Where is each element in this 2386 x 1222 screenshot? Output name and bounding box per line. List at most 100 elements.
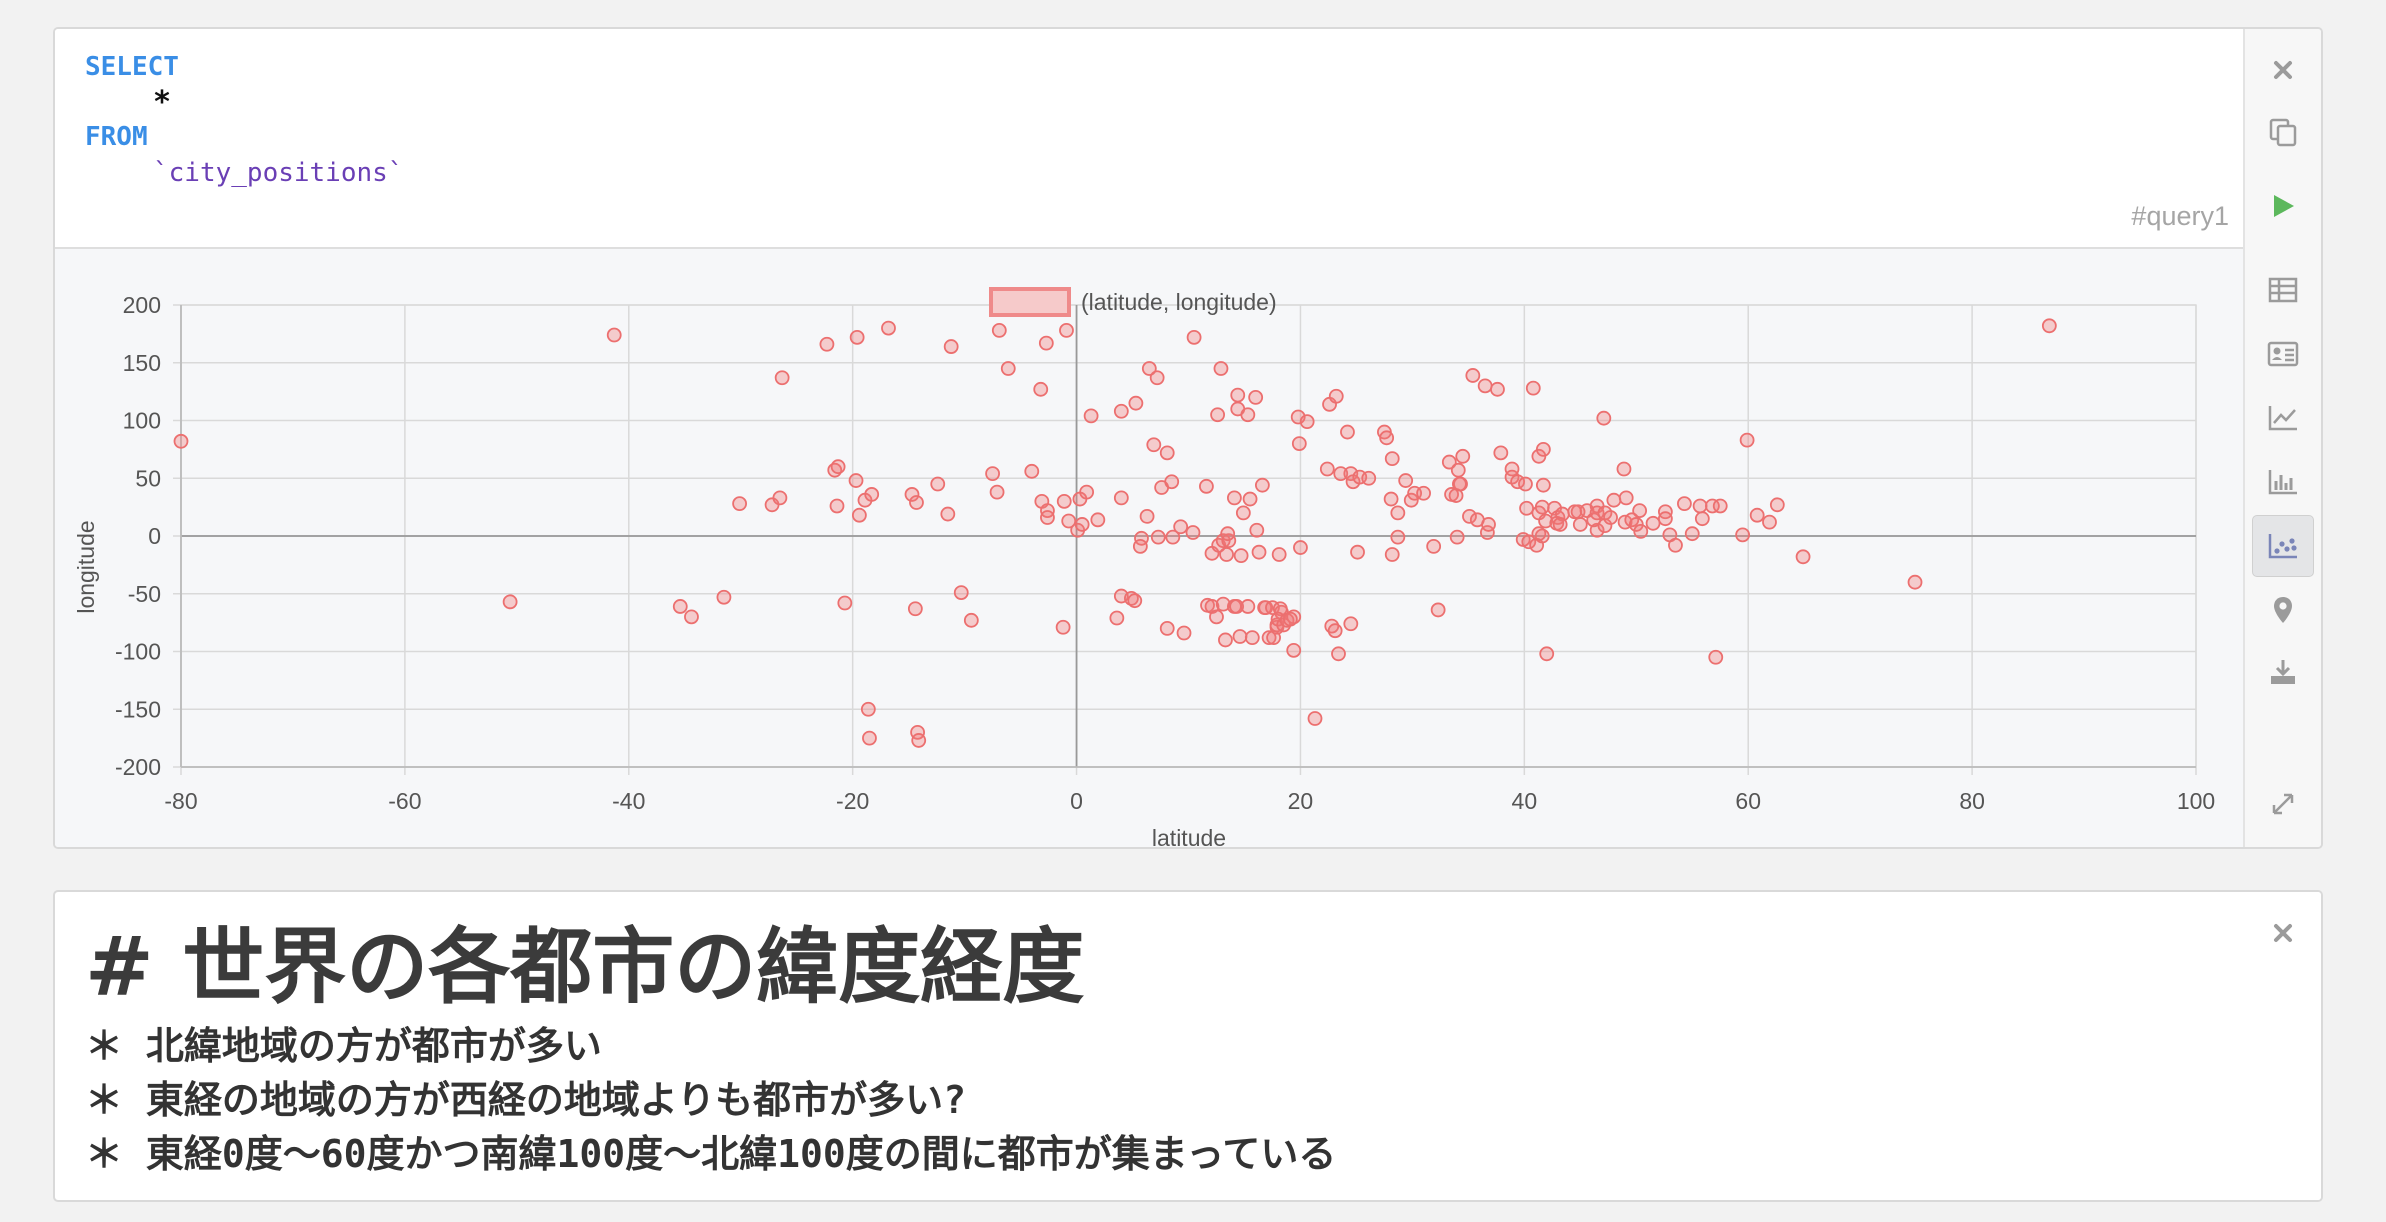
bar-chart-button[interactable]	[2252, 451, 2314, 513]
scatter-point[interactable]	[1307, 711, 1323, 726]
scatter-point[interactable]	[1186, 329, 1202, 345]
scatter-point[interactable]	[1074, 517, 1090, 532]
markdown-close-button[interactable]	[2252, 902, 2314, 964]
scatter-point[interactable]	[909, 495, 924, 510]
scatter-point[interactable]	[829, 498, 845, 514]
scatter-point[interactable]	[1426, 538, 1442, 554]
scatter-point[interactable]	[930, 476, 946, 492]
scatter-point[interactable]	[772, 490, 788, 506]
scatter-point[interactable]	[1146, 437, 1162, 453]
scatter-point[interactable]	[1149, 370, 1165, 386]
scatter-point[interactable]	[1677, 496, 1692, 512]
map-button[interactable]	[2252, 579, 2314, 641]
scatter-point[interactable]	[1132, 538, 1148, 554]
scatter-point[interactable]	[1040, 510, 1055, 525]
scatter-point[interactable]	[1254, 477, 1270, 493]
scatter-point[interactable]	[1525, 380, 1541, 396]
line-chart-button[interactable]	[2252, 387, 2314, 449]
scatter-point[interactable]	[1090, 512, 1106, 528]
scatter-point[interactable]	[1633, 523, 1649, 539]
scatter-point[interactable]	[1539, 646, 1555, 662]
scatter-point[interactable]	[1606, 492, 1622, 508]
scatter-point[interactable]	[1240, 407, 1256, 423]
scatter-point[interactable]	[849, 329, 865, 345]
scatter-point[interactable]	[1668, 537, 1683, 553]
scatter-point[interactable]	[1450, 462, 1466, 478]
scatter-point[interactable]	[985, 466, 1000, 482]
scatter-point[interactable]	[1059, 323, 1074, 338]
scatter-point[interactable]	[837, 595, 853, 611]
scatter-point[interactable]	[1210, 407, 1226, 423]
scatter-point[interactable]	[1286, 642, 1302, 658]
scatter-point[interactable]	[606, 327, 622, 343]
scatter-point[interactable]	[1452, 476, 1467, 492]
scatter-point[interactable]	[1319, 461, 1335, 477]
table-view-button[interactable]	[2252, 259, 2314, 321]
scatter-point[interactable]	[1518, 476, 1533, 492]
scatter-chart-button[interactable]	[2252, 515, 2314, 577]
scatter-point[interactable]	[1383, 491, 1399, 507]
scatter-point[interactable]	[1535, 477, 1551, 493]
scatter-point[interactable]	[1762, 514, 1777, 530]
scatter-point[interactable]	[1416, 485, 1431, 501]
sql-editor[interactable]: SELECT * FROM `city_positions` #query1	[55, 29, 2245, 249]
scatter-point[interactable]	[1113, 490, 1129, 506]
scatter-point[interactable]	[1712, 498, 1728, 514]
scatter-point[interactable]	[1465, 368, 1481, 383]
scatter-point[interactable]	[819, 336, 835, 352]
scatter-point[interactable]	[1795, 549, 1811, 565]
scatter-point[interactable]	[848, 473, 864, 488]
scatter-point[interactable]	[1113, 403, 1129, 419]
scatter-point[interactable]	[1384, 451, 1400, 467]
scatter-point[interactable]	[1218, 632, 1233, 648]
scatter-point[interactable]	[1038, 335, 1054, 351]
scatter-point[interactable]	[1430, 602, 1446, 618]
scatter-point[interactable]	[943, 339, 959, 354]
scatter-point[interactable]	[1293, 540, 1308, 555]
scatter-point[interactable]	[1708, 649, 1724, 665]
scatter-point[interactable]	[1127, 593, 1143, 609]
scatter-point[interactable]	[1232, 629, 1248, 644]
scatter-point[interactable]	[881, 320, 896, 336]
scatter-point[interactable]	[1230, 387, 1246, 403]
scatter-point[interactable]	[862, 730, 877, 746]
scatter-point[interactable]	[1248, 389, 1264, 405]
scatter-point[interactable]	[1907, 574, 1923, 590]
scatter-point[interactable]	[1379, 430, 1395, 446]
scatter-point[interactable]	[1173, 519, 1189, 535]
scatter-point[interactable]	[1493, 445, 1509, 461]
scatter-point[interactable]	[1535, 441, 1551, 457]
scatter-point[interactable]	[1572, 517, 1588, 532]
scatter-point[interactable]	[1519, 500, 1534, 516]
scatter-point[interactable]	[1398, 473, 1414, 488]
scatter-point[interactable]	[1692, 498, 1708, 514]
scatter-point[interactable]	[1645, 515, 1661, 531]
scatter-point[interactable]	[1552, 517, 1568, 532]
scatter-point[interactable]	[1240, 599, 1256, 614]
scatter-point[interactable]	[1749, 507, 1765, 523]
scatter-point[interactable]	[1220, 526, 1236, 542]
scatter-point[interactable]	[1159, 445, 1175, 461]
scatter-point[interactable]	[1033, 381, 1049, 397]
scatter-point[interactable]	[1657, 511, 1673, 527]
scatter-point[interactable]	[989, 484, 1005, 500]
scatter-point[interactable]	[1350, 544, 1365, 560]
scatter-point[interactable]	[1343, 616, 1359, 632]
scatter-point[interactable]	[1477, 378, 1493, 394]
scatter-point[interactable]	[672, 599, 688, 614]
download-button[interactable]	[2252, 641, 2314, 703]
scatter-point[interactable]	[1331, 646, 1346, 662]
scatter-point[interactable]	[1271, 547, 1287, 562]
scatter-point[interactable]	[1233, 548, 1249, 564]
scatter-point[interactable]	[684, 609, 699, 625]
scatter-point[interactable]	[1024, 463, 1040, 479]
scatter-point[interactable]	[860, 701, 876, 717]
scatter-point[interactable]	[940, 506, 956, 522]
scatter-point[interactable]	[1128, 395, 1144, 411]
scatter-point[interactable]	[1164, 474, 1180, 490]
scatter-point[interactable]	[1291, 436, 1307, 452]
close-button[interactable]	[2252, 39, 2314, 101]
scatter-point[interactable]	[1390, 505, 1406, 521]
scatter-point[interactable]	[1139, 508, 1155, 524]
scatter-point[interactable]	[991, 323, 1007, 338]
